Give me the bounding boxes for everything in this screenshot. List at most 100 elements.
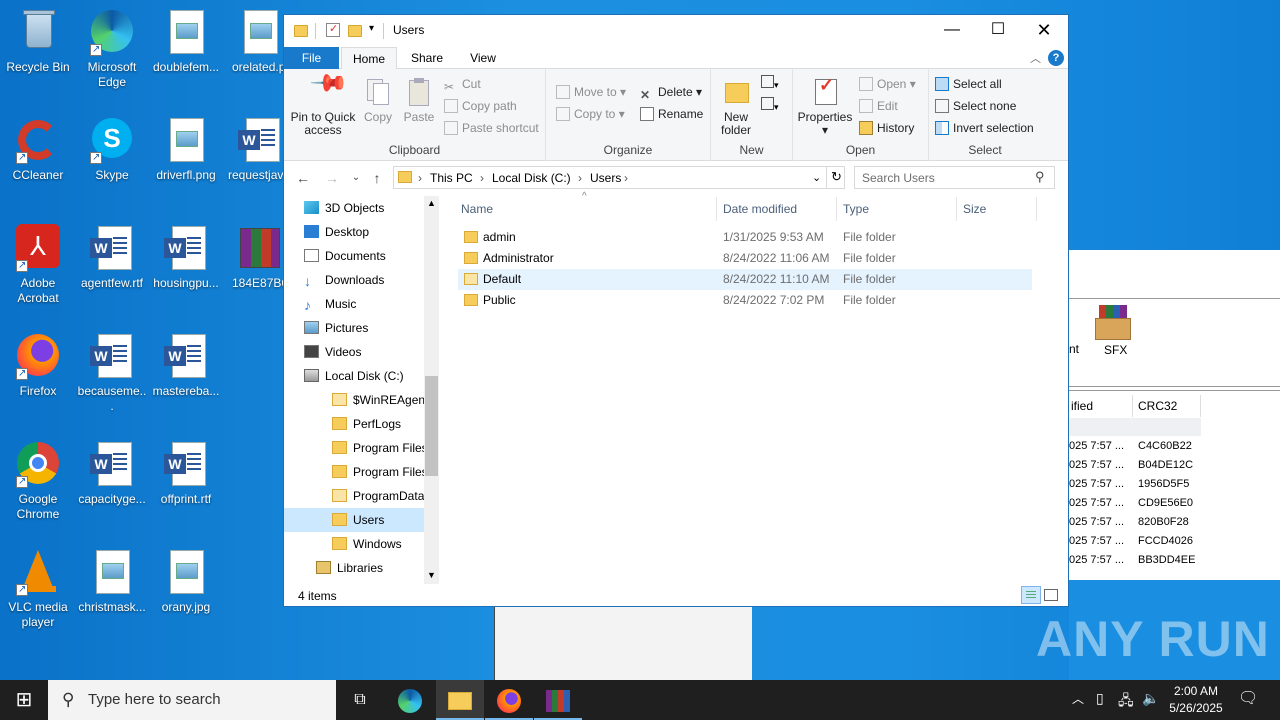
desktop-icon-adobe-acrobat[interactable]: ⅄ Adobe Acrobat [0,224,76,306]
new-folder-button[interactable]: New folder [717,77,755,137]
nav-item-music[interactable]: ♪ Music [304,292,424,316]
table-row[interactable]: Public 8/24/2022 7:02 PM File folder [458,290,1032,311]
column-header-type[interactable]: Type [837,197,957,221]
notifications-icon[interactable]: 🗨 [1238,688,1258,708]
nav-item-libraries[interactable]: Libraries [316,556,424,580]
table-row[interactable]: admin 1/31/2025 9:53 AM File folder [458,227,1032,248]
edit-button[interactable]: Edit [859,97,898,115]
address-dropdown-chevron-icon[interactable]: ⌄ [812,171,821,184]
breadcrumb-local-disk[interactable]: Local Disk (C:) [492,171,571,185]
nav-item-desktop[interactable]: Desktop [304,220,424,244]
delete-button[interactable]: ✕ Delete ▾ [640,83,702,102]
desktop-icon-capacityge[interactable]: W capacityge... [74,440,150,507]
help-icon[interactable]: ? [1048,50,1064,66]
rename-button[interactable]: Rename [640,105,703,123]
network-icon[interactable]: 🖧 [1118,690,1134,714]
breadcrumb-separator-icon[interactable]: › [578,171,582,185]
nav-item-pictures[interactable]: Pictures [304,316,424,340]
back-arrow-icon[interactable]: ← [293,169,313,187]
copy-path-button[interactable]: Copy path [444,97,517,115]
column-crc32[interactable]: CRC32 [1133,395,1201,417]
breadcrumb-separator-icon[interactable]: › [624,171,628,185]
taskbar-edge-icon[interactable] [386,680,434,720]
task-view-icon[interactable]: ⧉ [336,680,384,720]
properties-button[interactable]: ✓ Properties ▾ [797,76,853,137]
nav-item-winreagent[interactable]: $WinREAgent [332,388,424,412]
forward-arrow-icon[interactable]: → [322,169,342,187]
sfx-icon[interactable] [1095,305,1133,341]
column-header-date-modified[interactable]: Date modified [717,197,837,221]
desktop-icon-becauseme[interactable]: W becauseme... [74,332,150,414]
desktop-icon-driverfl[interactable]: driverfl.png [148,116,224,183]
tab-view[interactable]: View [458,47,508,69]
nav-item-3d-objects[interactable]: 3D Objects [304,196,424,220]
history-button[interactable]: History [859,119,914,137]
column-modified[interactable]: ified [1069,395,1133,417]
desktop-icon-housingpu[interactable]: W housingpu... [148,224,224,291]
paste-button[interactable]: Paste [398,77,440,124]
desktop-icon-google-chrome[interactable]: Google Chrome [0,440,76,522]
desktop-icon-firefox[interactable]: Firefox [0,332,76,399]
nav-item-downloads[interactable]: ↓ Downloads [304,268,424,292]
customize-quick-access-icon[interactable]: ▾ [369,23,374,34]
nav-item-program-files-x86[interactable]: Program Files [332,460,424,484]
search-box[interactable]: Search Users ⚲ [854,166,1055,189]
up-arrow-icon[interactable]: ↑ [367,169,387,187]
desktop-icon-ccleaner[interactable]: CCleaner [0,116,76,183]
desktop-icon-skype[interactable]: S Skype [74,116,150,183]
desktop-icon-edge[interactable]: Microsoft Edge [74,8,150,90]
select-none-button[interactable]: Select none [935,97,1016,115]
close-button[interactable]: ✕ [1021,15,1067,45]
nav-item-windows[interactable]: Windows [332,532,424,556]
taskbar-winrar-icon[interactable] [534,680,582,720]
cut-button[interactable]: ✂ Cut [444,75,481,94]
start-windows-icon[interactable]: ⊞ [0,680,48,720]
nav-item-program-files[interactable]: Program Files [332,436,424,460]
nav-item-perflogs[interactable]: PerfLogs [332,412,424,436]
taskbar-search-box[interactable]: ⚲ Type here to search [48,680,336,720]
sfx-label[interactable]: SFX [1104,343,1127,357]
navigation-scrollbar[interactable]: ▲ ▼ [424,196,439,584]
table-row[interactable]: Default 8/24/2022 11:10 AM File folder [458,269,1032,290]
nav-item-users[interactable]: Users [284,508,424,532]
minimize-button[interactable]: — [929,15,975,45]
desktop-icon-orany[interactable]: orany.jpg [148,548,224,615]
tab-home[interactable]: Home [341,47,397,69]
clock[interactable]: 2:00 AM 5/26/2025 [1164,683,1228,717]
desktop-icon-agentfew[interactable]: W agentfew.rtf [74,224,150,291]
breadcrumb-this-pc[interactable]: This PC [430,171,473,185]
breadcrumb-separator-icon[interactable]: › [418,171,422,185]
tab-share[interactable]: Share [402,47,452,69]
scrollbar-thumb[interactable] [425,376,438,476]
title-bar[interactable]: ✓ ▾ Users — ☐ ✕ [284,15,1068,47]
desktop-icon-mastereba[interactable]: W mastereba... [148,332,224,399]
search-icon[interactable]: ⚲ [1035,169,1045,185]
nav-item-documents[interactable]: Documents [304,244,424,268]
desktop-icon-vlc[interactable]: VLC media player [0,548,76,630]
collapse-ribbon-icon[interactable]: ︿ [1030,50,1041,66]
nav-item-programdata[interactable]: ProgramData [332,484,424,508]
address-bar[interactable]: › This PC › Local Disk (C:) › Users › ⌄ … [393,166,845,189]
volume-icon[interactable]: 🔈 [1142,690,1159,707]
nav-item-local-disk[interactable]: Local Disk (C:) [304,364,424,388]
refresh-icon[interactable]: ↻ [831,169,842,185]
desktop-icon-doublefem[interactable]: doublefem... [148,8,224,75]
show-hidden-icons-chevron-icon[interactable]: ︿ [1072,690,1084,707]
large-icons-view-icon[interactable] [1044,589,1058,601]
new-folder-quick-icon[interactable] [348,25,362,37]
invert-selection-button[interactable]: Invert selection [935,119,1034,137]
copy-button[interactable]: Copy [358,77,398,124]
select-all-button[interactable]: Select all [935,75,1002,93]
desktop-icon-orelated[interactable]: orelated.p [222,8,283,75]
recent-locations-chevron-icon[interactable]: ⌄ [346,169,366,187]
maximize-button[interactable]: ☐ [975,15,1021,45]
scroll-up-icon[interactable]: ▲ [427,198,436,208]
copy-to-button[interactable]: Copy to ▾ [556,105,625,123]
taskbar-search-input[interactable]: Type here to search [88,691,221,708]
search-input[interactable]: Search Users [862,171,935,185]
desktop-icon-recycle-bin[interactable]: Recycle Bin [0,8,76,75]
scroll-down-icon[interactable]: ▼ [427,570,436,580]
column-header-size[interactable]: Size [957,197,1037,221]
taskbar-firefox-icon[interactable] [485,680,533,720]
properties-quick-icon[interactable]: ✓ [326,23,340,37]
